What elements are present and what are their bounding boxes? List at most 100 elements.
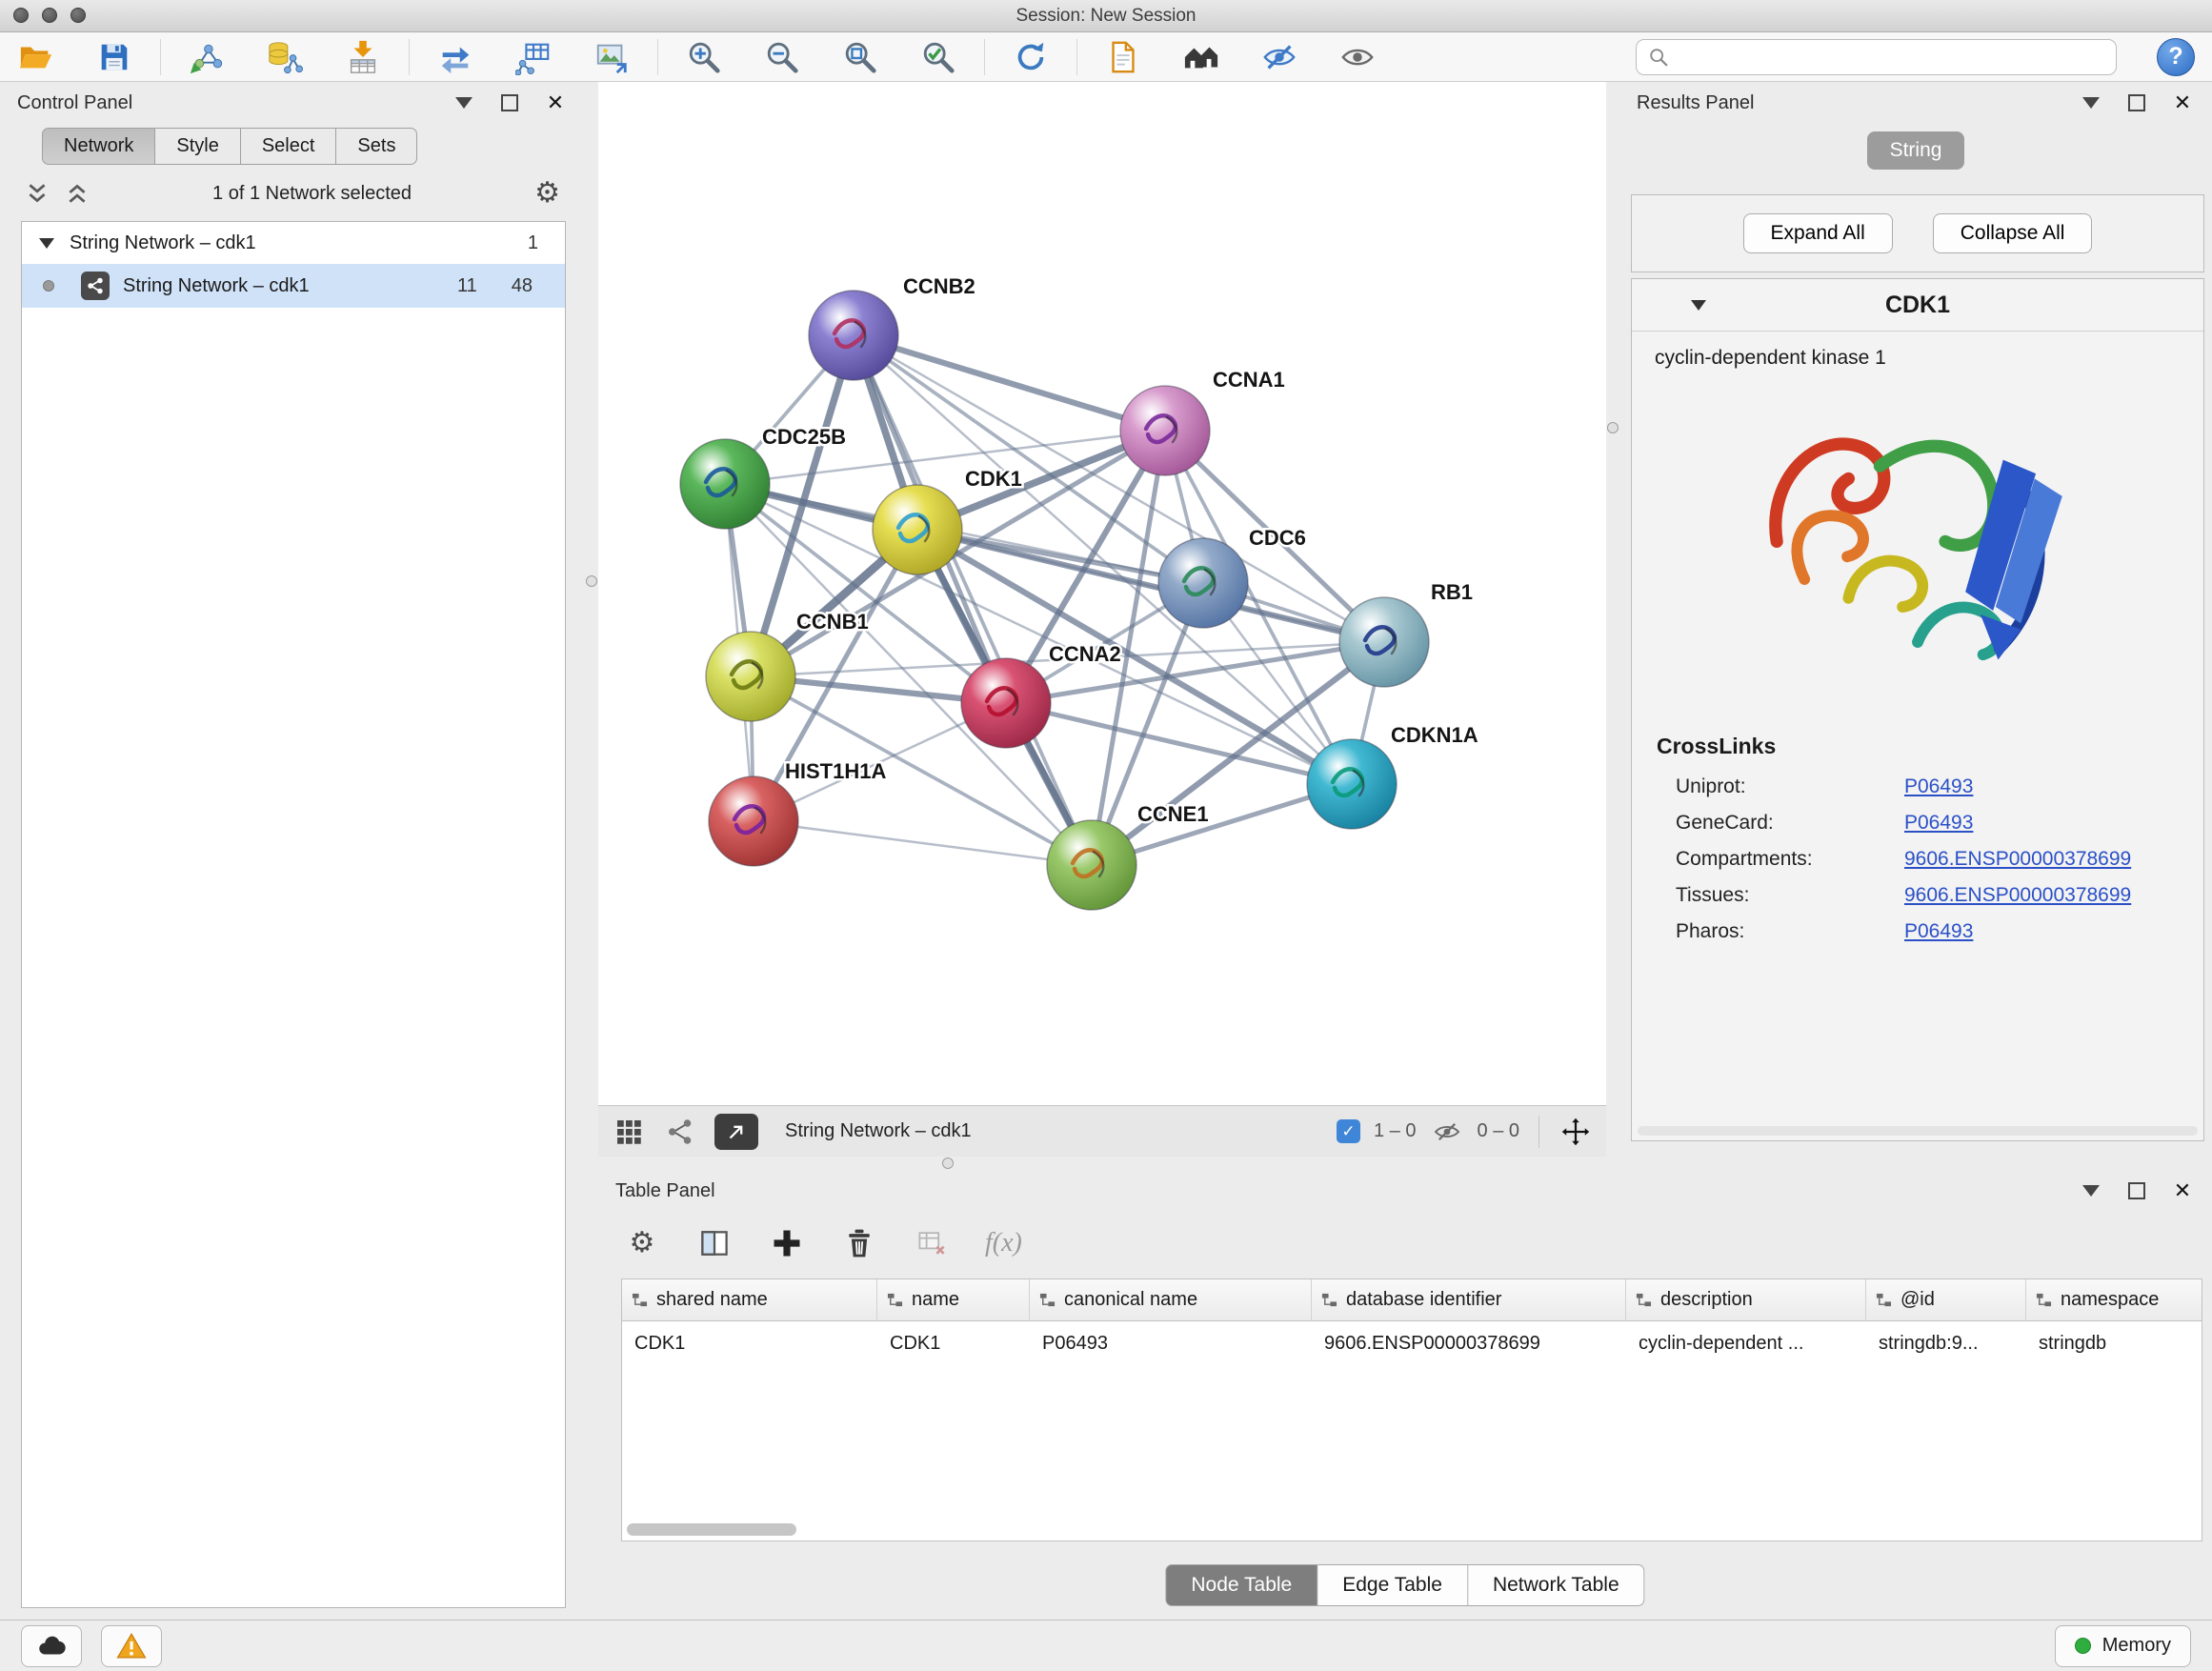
crosslink-link[interactable]: 9606.ENSP00000378699	[1904, 848, 2131, 871]
splitter-handle[interactable]	[1607, 422, 1619, 433]
table-options-gear-icon[interactable]	[623, 1224, 661, 1262]
grid-view-icon[interactable]	[612, 1115, 646, 1149]
tab-node-table[interactable]: Node Table	[1165, 1564, 1317, 1606]
zoom-fit-icon[interactable]	[841, 38, 879, 76]
zoom-in-icon[interactable]	[685, 38, 723, 76]
tab-style[interactable]: Style	[155, 128, 240, 165]
network-node-ccnb2[interactable]	[809, 291, 898, 380]
tab-network[interactable]: Network	[42, 128, 155, 165]
tab-select[interactable]: Select	[241, 128, 337, 165]
panel-float-icon[interactable]	[2124, 1178, 2149, 1203]
network-node-ccnb1[interactable]	[706, 632, 795, 721]
tab-sets[interactable]: Sets	[336, 128, 417, 165]
panel-float-icon[interactable]	[497, 91, 522, 115]
panel-menu-icon[interactable]	[2079, 91, 2103, 115]
search-input[interactable]	[1677, 46, 2104, 69]
import-network-file-icon[interactable]	[188, 38, 226, 76]
column-header[interactable]: canonical name	[1030, 1279, 1312, 1321]
table-horizontal-scrollbar[interactable]	[627, 1523, 796, 1536]
open-document-icon[interactable]	[1104, 38, 1142, 76]
table-cell[interactable]: cyclin-dependent ...	[1626, 1321, 1866, 1365]
zoom-window-icon[interactable]	[70, 8, 86, 23]
table-row[interactable]: CDK1CDK1P064939606.ENSP00000378699cyclin…	[622, 1321, 2202, 1365]
collapse-all-icon[interactable]	[25, 181, 50, 206]
tab-network-table[interactable]: Network Table	[1468, 1564, 1645, 1606]
network-node-cdkn1a[interactable]	[1307, 739, 1397, 829]
import-network-database-icon[interactable]	[266, 38, 304, 76]
cloud-button[interactable]	[21, 1625, 82, 1667]
panel-menu-icon[interactable]	[452, 91, 476, 115]
table-cell[interactable]: stringdb:9...	[1866, 1321, 2026, 1365]
create-column-icon[interactable]	[768, 1224, 806, 1262]
network-options-gear-icon[interactable]	[534, 179, 560, 208]
network-node-ccna2[interactable]	[961, 658, 1051, 748]
network-node-cdk1[interactable]	[873, 485, 962, 574]
splitter-handle[interactable]	[586, 575, 597, 587]
memory-button[interactable]: Memory	[2055, 1625, 2191, 1667]
column-header[interactable]: shared name	[622, 1279, 877, 1321]
hidden-eye-slash-icon[interactable]	[1430, 1115, 1464, 1149]
crosslink-link[interactable]: P06493	[1904, 775, 1973, 798]
network-edge[interactable]	[854, 335, 1092, 865]
table-cell[interactable]: stringdb	[2026, 1321, 2202, 1365]
warning-button[interactable]	[101, 1625, 162, 1667]
network-node-cdc25b[interactable]	[680, 439, 770, 529]
table-cell[interactable]: P06493	[1030, 1321, 1312, 1365]
column-header[interactable]: namespace	[2026, 1279, 2202, 1321]
column-header[interactable]: @id	[1866, 1279, 2026, 1321]
results-scrollbar[interactable]	[1638, 1126, 2198, 1136]
selected-checkbox-icon[interactable]	[1337, 1119, 1360, 1143]
network-overview-icon[interactable]	[663, 1115, 697, 1149]
close-window-icon[interactable]	[13, 8, 29, 23]
protein-section-header[interactable]: CDK1	[1632, 279, 2203, 332]
table-cell[interactable]: 9606.ENSP00000378699	[1312, 1321, 1626, 1365]
network-node-ccna1[interactable]	[1120, 386, 1210, 475]
expand-all-icon[interactable]	[65, 181, 90, 206]
crosslink-link[interactable]: 9606.ENSP00000378699	[1904, 884, 2131, 907]
open-session-icon[interactable]	[17, 38, 55, 76]
delete-column-icon[interactable]	[840, 1224, 878, 1262]
show-columns-icon[interactable]	[695, 1224, 734, 1262]
network-collection-row[interactable]: String Network – cdk1 1	[22, 222, 565, 264]
crosslink-link[interactable]: P06493	[1904, 812, 1973, 835]
home-icon[interactable]	[1182, 38, 1220, 76]
column-header[interactable]: name	[877, 1279, 1030, 1321]
expand-all-button[interactable]: Expand All	[1743, 213, 1893, 253]
network-node-cdc6[interactable]	[1158, 538, 1248, 628]
export-image-icon[interactable]	[593, 38, 631, 76]
show-graphics-details-icon[interactable]	[1338, 38, 1377, 76]
function-builder-icon[interactable]: f(x)	[985, 1228, 1022, 1258]
network-node-hist1h1a[interactable]	[709, 776, 798, 866]
network-edge[interactable]	[854, 335, 1165, 431]
network-graph[interactable]: CCNB2CCNA1CDC25BCDK1CDC6RB1CCNB1CCNA2CDK…	[598, 82, 1606, 1105]
panel-float-icon[interactable]	[2124, 91, 2149, 115]
hide-graphics-details-icon[interactable]	[1260, 38, 1298, 76]
collapse-all-button[interactable]: Collapse All	[1933, 213, 2093, 253]
network-node-rb1[interactable]	[1339, 597, 1429, 687]
refresh-view-icon[interactable]	[1012, 38, 1050, 76]
collection-expand-icon[interactable]	[39, 238, 54, 249]
table-cell[interactable]: CDK1	[622, 1321, 877, 1365]
network-row-selected[interactable]: String Network – cdk1 11 48	[22, 264, 565, 308]
help-button[interactable]	[2157, 38, 2195, 76]
network-from-table-icon[interactable]	[514, 38, 553, 76]
column-header[interactable]: description	[1626, 1279, 1866, 1321]
zoom-out-icon[interactable]	[763, 38, 801, 76]
tab-edge-table[interactable]: Edge Table	[1317, 1564, 1468, 1606]
table-cell[interactable]: CDK1	[877, 1321, 1030, 1365]
network-canvas[interactable]: CCNB2CCNA1CDC25BCDK1CDC6RB1CCNB1CCNA2CDK…	[598, 82, 1606, 1105]
network-arrows-icon[interactable]	[436, 38, 474, 76]
save-session-icon[interactable]	[95, 38, 133, 76]
zoom-selected-icon[interactable]	[919, 38, 957, 76]
panel-menu-icon[interactable]	[2079, 1178, 2103, 1203]
panel-close-icon[interactable]	[543, 91, 568, 115]
column-header[interactable]: database identifier	[1312, 1279, 1626, 1321]
pan-crosshair-icon[interactable]	[1558, 1115, 1593, 1149]
network-edge[interactable]	[754, 821, 1092, 865]
detach-view-button[interactable]	[714, 1114, 758, 1150]
minimize-window-icon[interactable]	[42, 8, 57, 23]
search-box[interactable]	[1636, 39, 2117, 75]
crosslink-link[interactable]: P06493	[1904, 920, 1973, 943]
network-node-ccne1[interactable]	[1047, 820, 1136, 910]
string-tab-badge[interactable]: String	[1867, 131, 1965, 170]
